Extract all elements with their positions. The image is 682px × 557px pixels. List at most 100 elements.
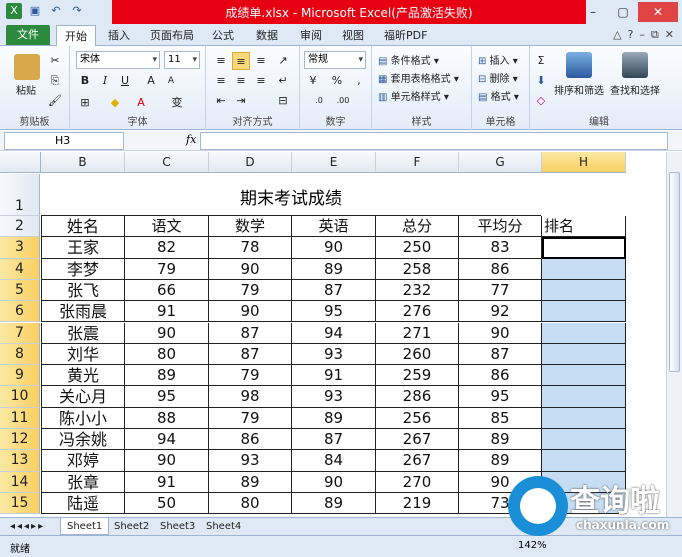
- table-header-cell[interactable]: 语文: [125, 216, 209, 238]
- currency-icon[interactable]: ¥: [304, 72, 322, 90]
- insert-cells-button[interactable]: ⊞ 插入 ▾: [478, 52, 518, 67]
- tab-foxit-pdf[interactable]: 福昕PDF: [384, 27, 427, 43]
- name-box[interactable]: H3: [4, 132, 124, 150]
- find-select-icon[interactable]: [622, 52, 648, 78]
- table-cell[interactable]: 89: [125, 365, 209, 387]
- table-cell[interactable]: 87: [209, 343, 292, 366]
- table-header-cell[interactable]: 平均分: [459, 216, 542, 238]
- table-cell[interactable]: 89: [209, 471, 292, 493]
- row-header-5[interactable]: 5: [0, 279, 40, 302]
- column-header-c[interactable]: C: [125, 152, 209, 173]
- select-all-corner[interactable]: [0, 152, 41, 173]
- align-top-icon[interactable]: ≡: [212, 52, 230, 70]
- grow-font-icon[interactable]: A: [142, 72, 160, 90]
- copy-icon[interactable]: ⎘: [46, 72, 64, 90]
- table-cell[interactable]: 陆遥: [41, 492, 125, 515]
- sort-filter-button[interactable]: 排序和筛选: [554, 82, 604, 97]
- comma-icon[interactable]: ,: [350, 72, 368, 90]
- table-cell[interactable]: 232: [376, 279, 459, 302]
- decrease-decimal-icon[interactable]: .00: [334, 92, 352, 110]
- table-header-cell[interactable]: 排名: [542, 216, 626, 238]
- column-header-f[interactable]: F: [376, 152, 459, 173]
- vertical-scrollbar[interactable]: [666, 152, 682, 517]
- column-header-e[interactable]: E: [292, 152, 376, 173]
- close-icon[interactable]: ✕: [638, 2, 678, 22]
- row-header-14[interactable]: 14: [0, 471, 40, 493]
- paste-button[interactable]: 粘贴: [16, 82, 36, 97]
- row-header-9[interactable]: 9: [0, 365, 40, 387]
- table-cell[interactable]: 陈小小: [41, 407, 125, 429]
- table-cell[interactable]: 93: [292, 343, 376, 366]
- tab-home[interactable]: 开始: [56, 25, 96, 46]
- table-cell[interactable]: 黄光: [41, 365, 125, 387]
- table-cell[interactable]: 关心月: [41, 386, 125, 408]
- doc-close-icon[interactable]: ✕: [665, 28, 674, 42]
- column-header-d[interactable]: D: [209, 152, 292, 173]
- table-cell[interactable]: 219: [376, 492, 459, 515]
- wrap-text-icon[interactable]: ↵: [274, 72, 292, 90]
- table-cell[interactable]: 88: [125, 407, 209, 429]
- table-cell[interactable]: 82: [125, 237, 209, 259]
- paste-icon[interactable]: [14, 54, 40, 80]
- table-cell[interactable]: 87: [459, 343, 542, 366]
- table-cell[interactable]: 79: [209, 407, 292, 429]
- decrease-indent-icon[interactable]: ⇤: [212, 92, 230, 110]
- font-size-select[interactable]: 11: [164, 51, 200, 69]
- table-cell[interactable]: 90: [292, 471, 376, 493]
- table-cell[interactable]: 98: [209, 386, 292, 408]
- table-cell[interactable]: 85: [459, 407, 542, 429]
- row-header-15[interactable]: 15: [0, 492, 40, 515]
- align-center-icon[interactable]: ≡: [232, 72, 250, 90]
- table-cell[interactable]: [542, 365, 626, 387]
- sheet-nav-arrows-icon[interactable]: ◂◂◂▸▸: [4, 518, 51, 535]
- merge-center-icon[interactable]: ⊟: [274, 92, 292, 110]
- table-cell[interactable]: 256: [376, 407, 459, 429]
- table-cell[interactable]: 276: [376, 301, 459, 323]
- table-cell[interactable]: 260: [376, 343, 459, 366]
- sheet-tab-2[interactable]: Sheet2: [108, 518, 155, 535]
- table-cell[interactable]: 86: [209, 429, 292, 451]
- table-cell[interactable]: 259: [376, 365, 459, 387]
- table-cell[interactable]: 李梦: [41, 258, 125, 280]
- align-right-icon[interactable]: ≡: [252, 72, 270, 90]
- minimize-icon[interactable]: –: [578, 2, 608, 22]
- table-cell[interactable]: 271: [376, 322, 459, 344]
- table-cell[interactable]: 90: [459, 322, 542, 344]
- table-cell[interactable]: 77: [459, 279, 542, 302]
- fill-color-icon[interactable]: ◆: [106, 94, 124, 112]
- format-cells-button[interactable]: ▤ 格式 ▾: [478, 88, 519, 103]
- sheet-title-cell[interactable]: 期末考试成绩: [41, 174, 541, 216]
- shrink-font-icon[interactable]: A: [162, 72, 180, 90]
- row-header-6[interactable]: 6: [0, 301, 40, 323]
- table-cell[interactable]: 79: [209, 365, 292, 387]
- table-cell[interactable]: 94: [125, 429, 209, 451]
- vertical-scroll-thumb[interactable]: [669, 172, 680, 372]
- table-cell[interactable]: 刘华: [41, 343, 125, 366]
- bold-icon[interactable]: B: [76, 72, 94, 90]
- worksheet-grid[interactable]: BCDEFGH 1 2 3 4 5 6 7 8 9 10 11 12 13 14 15 期末考试成绩 姓名语…: [0, 152, 666, 517]
- table-cell[interactable]: 90: [125, 450, 209, 472]
- undo-icon[interactable]: ↶: [48, 3, 64, 19]
- increase-indent-icon[interactable]: ⇥: [232, 92, 250, 110]
- table-cell[interactable]: [542, 429, 626, 451]
- doc-minimize-icon[interactable]: –: [639, 28, 645, 42]
- table-cell[interactable]: 冯余姚: [41, 429, 125, 451]
- fill-icon[interactable]: ⬇: [532, 72, 550, 90]
- maximize-icon[interactable]: ▢: [608, 2, 638, 22]
- table-cell[interactable]: 267: [376, 450, 459, 472]
- table-cell[interactable]: 93: [209, 450, 292, 472]
- number-format-select[interactable]: 常规: [304, 51, 366, 69]
- cell-styles-button[interactable]: ▥ 单元格样式 ▾: [378, 88, 449, 103]
- table-cell[interactable]: 94: [292, 322, 376, 344]
- align-middle-icon[interactable]: ≡: [232, 52, 250, 70]
- row-header-1[interactable]: 1: [0, 174, 40, 216]
- table-cell[interactable]: 89: [459, 429, 542, 451]
- table-cell[interactable]: [542, 322, 626, 344]
- table-cell[interactable]: 90: [209, 301, 292, 323]
- row-header-3[interactable]: 3: [0, 237, 40, 259]
- table-header-cell[interactable]: 姓名: [41, 216, 125, 238]
- row-header-2[interactable]: 2: [0, 216, 40, 238]
- redo-icon[interactable]: ↷: [69, 3, 85, 19]
- table-cell[interactable]: 84: [292, 450, 376, 472]
- table-cell[interactable]: 张章: [41, 471, 125, 493]
